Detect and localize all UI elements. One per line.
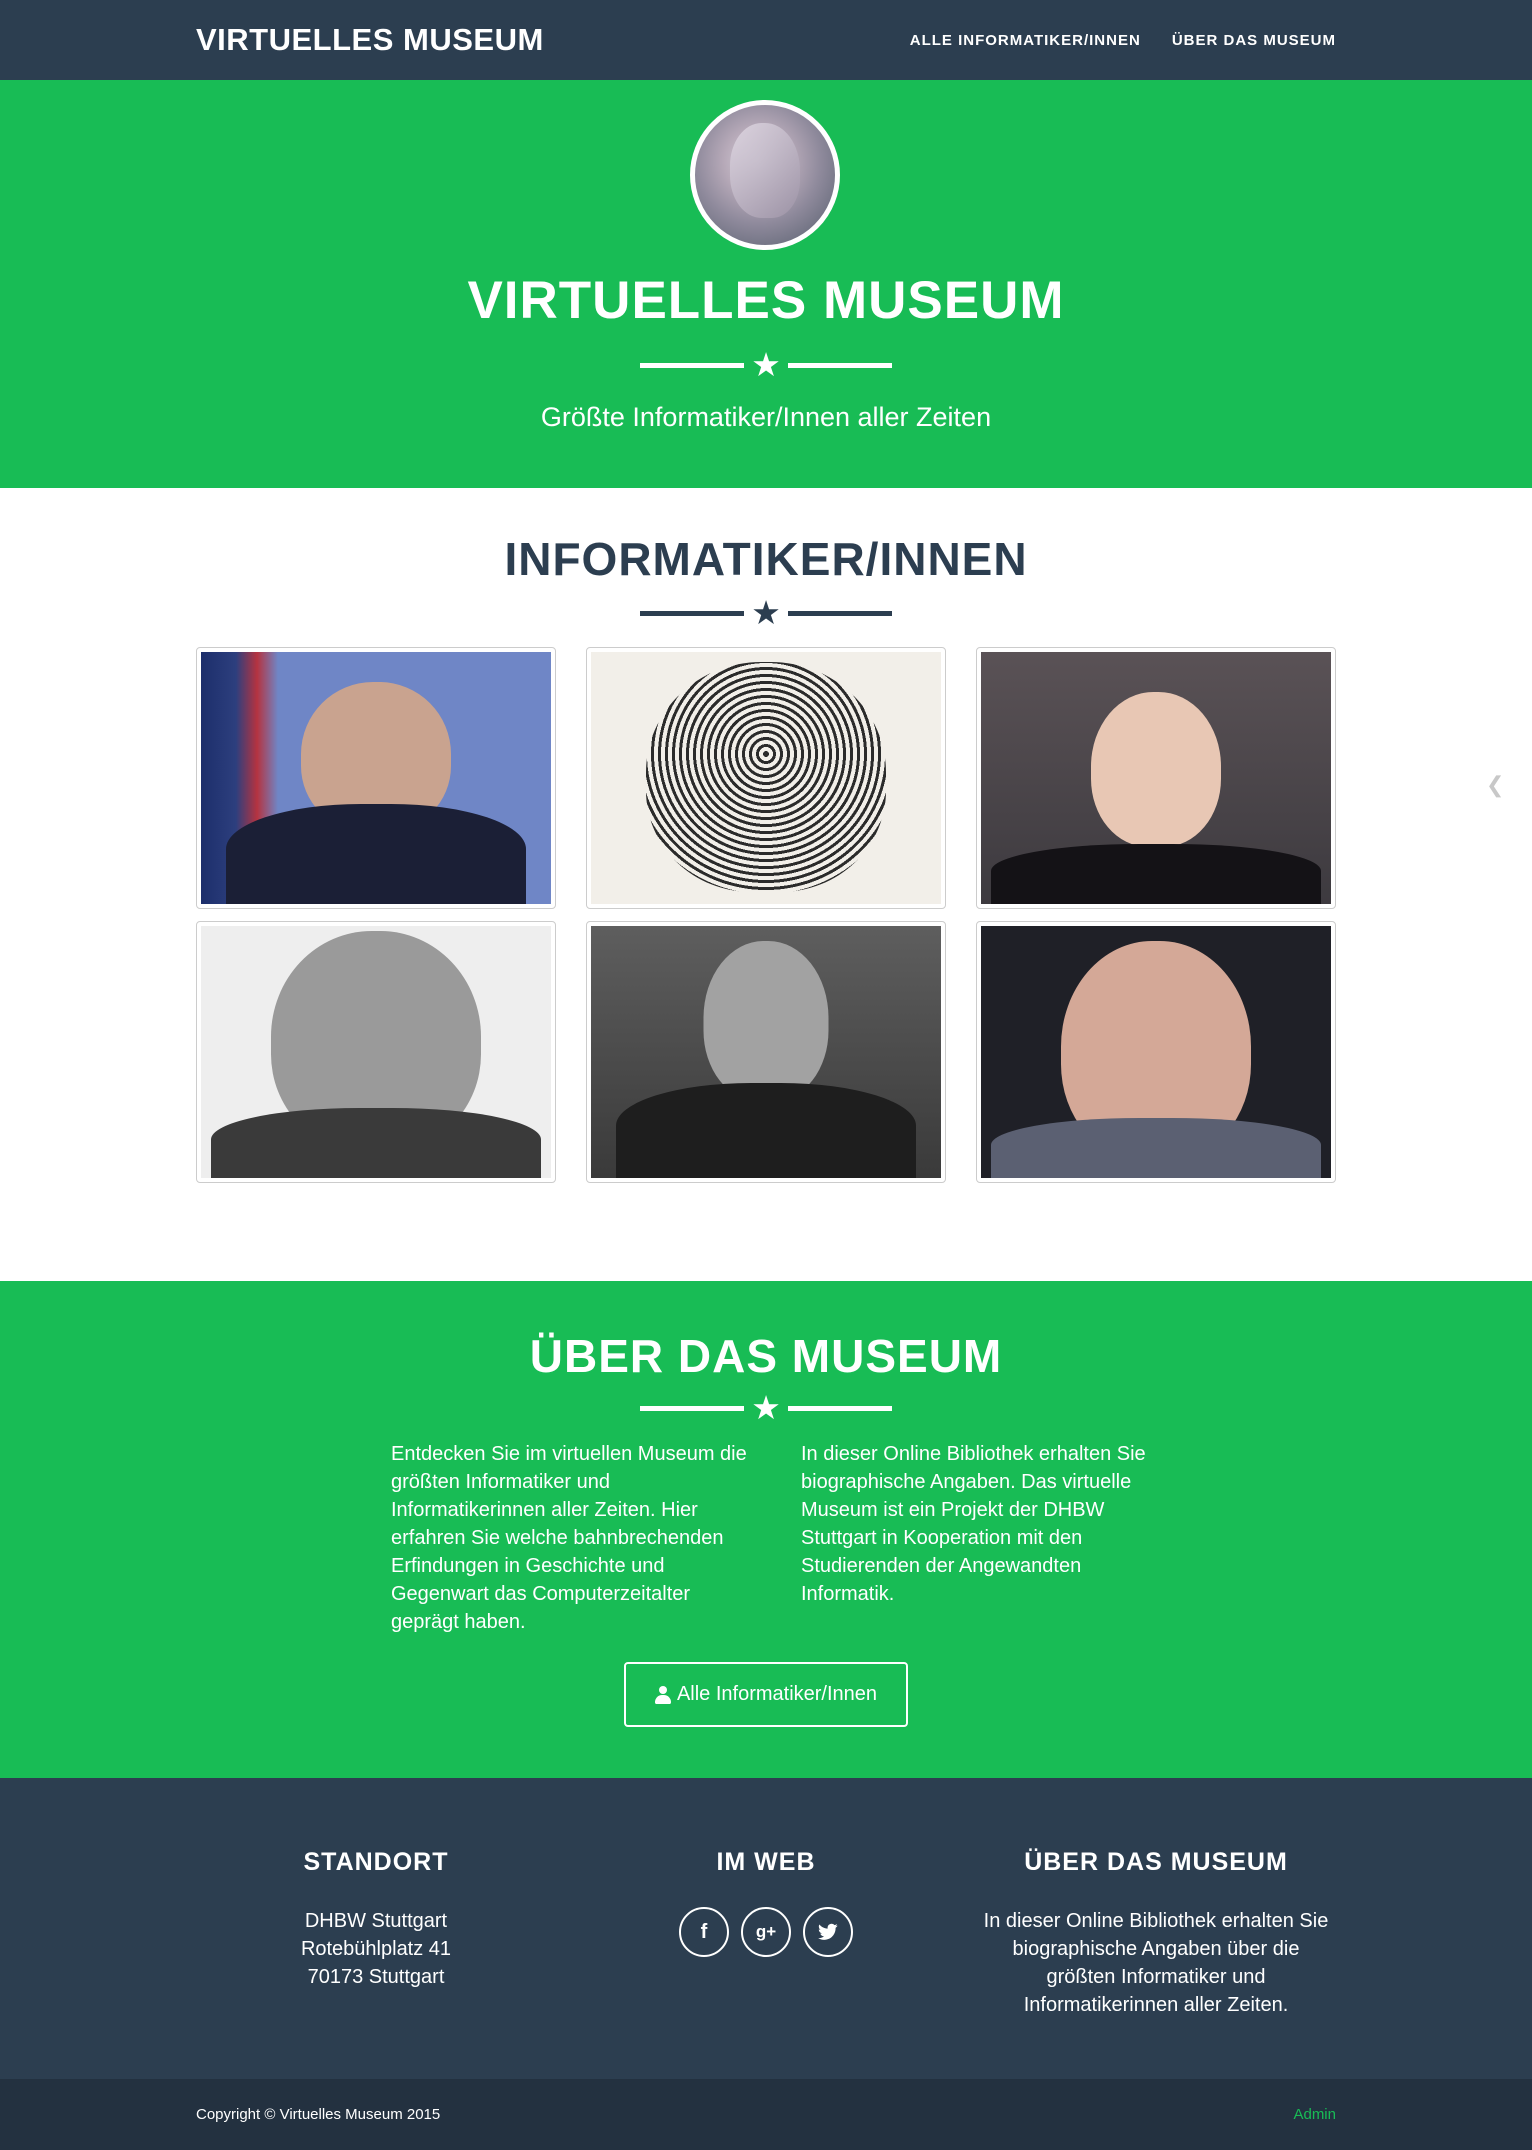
about-star-divider: ★ [640, 1389, 892, 1426]
divider-line-right [788, 363, 892, 368]
footer-location: STANDORT DHBW Stuttgart Rotebühlplatz 41… [196, 1848, 556, 1991]
about-text-right: In dieser Online Bibliothek erhalten Sie… [801, 1443, 1146, 1605]
portfolio-item-1[interactable] [196, 647, 556, 909]
portfolio-title: INFORMATIKER/INNEN [504, 533, 1028, 585]
avatar-portrait [730, 123, 800, 218]
divider-line-left [640, 611, 744, 616]
nav-link-about[interactable]: ÜBER DAS MUSEUM [1172, 32, 1336, 49]
hero-title: VIRTUELLES MUSEUM [467, 271, 1065, 330]
all-informatiker-button[interactable]: Alle Informatiker/Innen [624, 1662, 908, 1727]
about-text-left: Entdecken Sie im virtuellen Museum die g… [391, 1443, 747, 1633]
star-icon: ★ [751, 346, 781, 383]
footer: STANDORT DHBW Stuttgart Rotebühlplatz 41… [0, 1778, 1532, 2079]
divider-line-left [640, 363, 744, 368]
brand-link[interactable]: VIRTUELLES MUSEUM [196, 22, 544, 58]
portfolio-item-6[interactable] [976, 921, 1336, 1183]
social-links: f g+ [586, 1907, 946, 1957]
portfolio-item-5[interactable] [586, 921, 946, 1183]
portrait-photo [201, 926, 551, 1178]
footer-about: ÜBER DAS MUSEUM In dieser Online Bibliot… [976, 1848, 1336, 2019]
twitter-icon[interactable] [803, 1907, 853, 1957]
footer-about-text: In dieser Online Bibliothek erhalten Sie… [983, 1910, 1329, 2016]
portrait-photo [201, 652, 551, 904]
footer-about-title: ÜBER DAS MUSEUM [1024, 1848, 1288, 1876]
footer-web: IM WEB f g+ [586, 1848, 946, 1957]
portfolio-item-2[interactable] [586, 647, 946, 909]
portfolio-gallery [196, 647, 1336, 1183]
footer-location-line1: DHBW Stuttgart [304, 1910, 448, 1932]
footer-bottom: Copyright © Virtuelles Museum 2015 Admin [0, 2079, 1532, 2150]
portrait-photo [981, 652, 1331, 904]
portfolio-star-divider: ★ [640, 594, 892, 631]
footer-location-line2: Rotebühlplatz 41 [300, 1938, 452, 1960]
portfolio-item-3[interactable] [976, 647, 1336, 909]
google-plus-icon[interactable]: g+ [741, 1907, 791, 1957]
user-icon [654, 1685, 671, 1704]
divider-line-right [788, 611, 892, 616]
portrait-photo [591, 652, 941, 904]
hero-subtitle: Größte Informatiker/Innen aller Zeiten [540, 402, 992, 432]
nav-links: ALLE INFORMATIKER/INNEN ÜBER DAS MUSEUM [910, 32, 1336, 49]
nav-link-all-informatiker[interactable]: ALLE INFORMATIKER/INNEN [910, 32, 1141, 49]
footer-web-title: IM WEB [716, 1848, 816, 1876]
portrait-photo [981, 926, 1331, 1178]
hero-avatar [690, 100, 840, 250]
about-title: ÜBER DAS MUSEUM [529, 1330, 1003, 1382]
portfolio-section: INFORMATIKER/INNEN ★ [0, 488, 1532, 1281]
divider-line-right [788, 1406, 892, 1411]
copyright-text: Copyright © Virtuelles Museum 2015 [196, 2106, 441, 2123]
about-text: Entdecken Sie im virtuellen Museum die g… [391, 1440, 1171, 1636]
hero-star-divider: ★ [640, 346, 892, 383]
side-arrow-icon[interactable]: ❮ [1486, 772, 1514, 797]
divider-line-left [640, 1406, 744, 1411]
footer-location-title: STANDORT [303, 1848, 449, 1876]
facebook-icon[interactable]: f [679, 1907, 729, 1957]
portfolio-item-4[interactable] [196, 921, 556, 1183]
navbar: VIRTUELLES MUSEUM ALLE INFORMATIKER/INNE… [0, 0, 1532, 80]
all-informatiker-button-label: Alle Informatiker/Innen [676, 1683, 878, 1705]
footer-location-line3: 70173 Stuttgart [307, 1966, 445, 1988]
portrait-photo [591, 926, 941, 1178]
star-icon: ★ [751, 594, 781, 631]
hero-section: VIRTUELLES MUSEUM ★ Größte Informatiker/… [0, 80, 1532, 488]
star-icon: ★ [751, 1389, 781, 1426]
admin-link[interactable]: Admin [1293, 2106, 1336, 2123]
about-section: ÜBER DAS MUSEUM ★ Entdecken Sie im virtu… [0, 1281, 1532, 1778]
